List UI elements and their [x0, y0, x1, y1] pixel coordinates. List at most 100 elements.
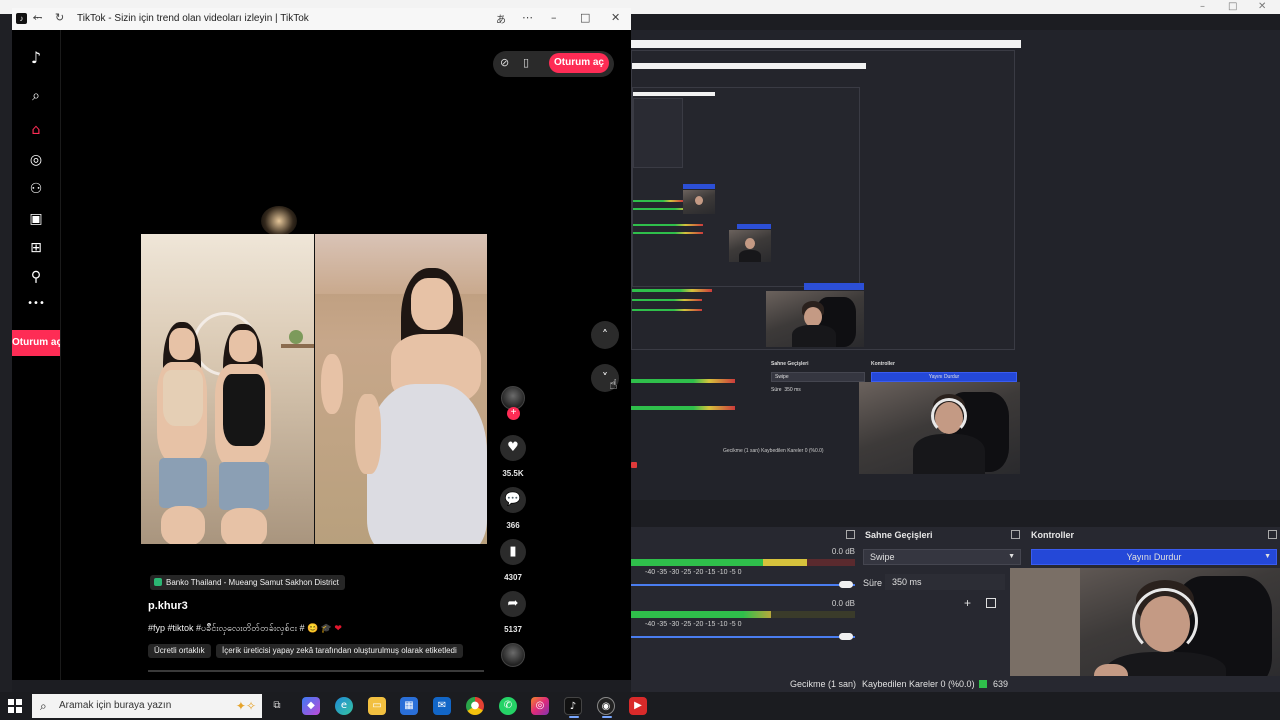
reload-icon[interactable]: ↻ — [55, 11, 64, 24]
minimize-icon[interactable]: – — [1200, 1, 1205, 12]
taskbar-search-input[interactable]: ⌕ Aramak için buraya yazın ✦✧ — [32, 694, 262, 718]
more-icon[interactable]: ⋯ — [522, 11, 533, 24]
save-count: 4307 — [504, 573, 522, 582]
tiktok-page: ♪ ⌕ ⌂ ◎ ⚇ ▣ ⊞ ⚲ ••• Oturum aç ⊘ ▯ Oturum… — [12, 30, 631, 680]
previous-video-button[interactable]: ˄ — [591, 321, 619, 349]
follow-button[interactable]: + — [507, 407, 520, 420]
upload-icon[interactable]: ⊞ — [26, 238, 46, 258]
whatsapp-icon[interactable]: ✆ — [499, 697, 517, 715]
mouse-cursor-icon: ☝ — [609, 377, 618, 393]
task-view-icon[interactable]: ⧉ — [268, 697, 286, 715]
file-explorer-icon[interactable]: ▭ — [368, 697, 386, 715]
more-icon[interactable]: ••• — [26, 294, 46, 314]
home-icon[interactable]: ⌂ — [26, 120, 46, 140]
browser-window: ♪ ⋯ ← ↻ TikTok - Sizin için trend olan v… — [12, 8, 631, 680]
live-icon[interactable]: ▣ — [26, 209, 46, 229]
profile-icon[interactable]: ⚲ — [26, 267, 46, 287]
nested-preview-2 — [632, 87, 860, 287]
background-window-edge — [0, 14, 12, 692]
volume-slider[interactable] — [631, 636, 855, 638]
minimize-icon[interactable]: – — [551, 11, 557, 24]
nested-titlebar — [631, 40, 1021, 48]
maximize-icon[interactable]: □ — [580, 11, 590, 24]
search-icon[interactable]: ⌕ — [26, 86, 46, 106]
like-button[interactable]: ♥ 35.5K — [498, 435, 528, 478]
mini-webcam — [859, 382, 1020, 474]
chrome-icon[interactable]: ● — [466, 697, 484, 715]
share-icon: ➦ — [500, 591, 526, 617]
scene-transitions-title: Sahne Geçişleri — [865, 530, 933, 540]
creator-username[interactable]: p.khur3 — [148, 600, 188, 612]
search-icon: ⌕ — [40, 699, 47, 713]
stop-stream-button[interactable]: Yayını Durdur ▼ — [1031, 549, 1277, 565]
comment-count: 366 — [506, 521, 520, 530]
close-icon[interactable]: ✕ — [1258, 1, 1266, 12]
signal-icon — [979, 680, 987, 688]
location-pin-icon — [154, 578, 162, 586]
share-count: 5137 — [504, 625, 522, 634]
windows-start-icon[interactable] — [8, 699, 22, 713]
delete-icon[interactable] — [986, 598, 996, 608]
store-icon[interactable]: ▦ — [400, 697, 418, 715]
ai-label-chip: İçerik üreticisi yapay zekâ tarafından o… — [216, 644, 463, 658]
video-progress-bar[interactable] — [148, 670, 484, 672]
translate-icon[interactable]: あ — [496, 11, 506, 26]
taskbar: ⌕ Aramak için buraya yazın ✦✧ ⧉ ◆ e ▭ ▦ … — [0, 692, 1280, 720]
instagram-icon[interactable]: ◎ — [531, 697, 549, 715]
tiktok-icon[interactable]: ♪ — [564, 697, 582, 718]
video-frame-left — [141, 234, 314, 544]
audio-mixer-track-1: 0.0 dB -40 -35 -30 -25 -20 -15 -10 -5 0 — [631, 547, 855, 607]
volume-knob[interactable] — [839, 581, 853, 588]
chevron-down-icon: ˅ — [602, 371, 608, 385]
login-button[interactable]: Oturum aç — [549, 53, 609, 73]
obs-preview: Sahne Geçişleri Kontroller Swipe Süre 35… — [631, 30, 1280, 500]
location-tag[interactable]: Banko Thailand - Mueang Samut Sakhon Dis… — [150, 575, 345, 590]
mini-stop-stream: Yayını Durdur — [871, 372, 1017, 382]
edge-icon[interactable]: e — [335, 697, 353, 715]
video-player[interactable] — [141, 234, 487, 544]
maximize-icon[interactable]: □ — [1228, 1, 1237, 12]
copilot-icon[interactable]: ◆ — [302, 697, 320, 715]
audio-mixer-track-2: 0.0 dB -40 -35 -30 -25 -20 -15 -10 -5 0 — [631, 599, 855, 659]
mobile-app-icon[interactable]: ▯ — [523, 56, 529, 69]
light-glow — [261, 206, 297, 236]
following-icon[interactable]: ⚇ — [26, 179, 46, 199]
back-icon[interactable]: ← — [33, 11, 42, 24]
coins-icon[interactable]: ⊘ — [500, 56, 509, 69]
sidebar-nav: ♪ ⌕ ⌂ ◎ ⚇ ▣ ⊞ ⚲ ••• Oturum aç — [12, 30, 60, 680]
comment-button[interactable]: 💬 366 — [498, 487, 528, 530]
audio-meter — [631, 559, 807, 566]
tiktok-favicon-icon: ♪ — [16, 13, 27, 24]
audio-meter — [631, 611, 771, 618]
add-transition-icon[interactable]: + — [964, 596, 971, 610]
chevron-down-icon: ▼ — [1264, 553, 1271, 560]
paid-partnership-chip: Ücretli ortaklık — [148, 644, 211, 658]
close-icon[interactable]: ✕ — [611, 11, 620, 24]
obs-icon[interactable]: ◉ — [597, 697, 615, 718]
app-red-icon[interactable]: ▶ — [629, 697, 647, 715]
tiktok-logo-icon[interactable]: ♪ — [26, 48, 46, 68]
dock-float-icon[interactable] — [846, 530, 855, 539]
heart-icon: ♥ — [500, 435, 526, 461]
sidebar-login-button[interactable]: Oturum aç — [12, 330, 60, 356]
music-disc-avatar[interactable] — [501, 643, 525, 667]
comment-icon: 💬 — [500, 487, 526, 513]
nested-preview-1 — [631, 50, 1015, 350]
share-button[interactable]: ➦ 5137 — [498, 591, 528, 634]
volume-knob[interactable] — [839, 633, 853, 640]
duration-input[interactable]: 350 ms — [885, 574, 1005, 590]
obs-statusbar: Gecikme (1 san) Kaybedilen Kareler 0 (%0… — [631, 676, 1280, 692]
save-button[interactable]: ▮ 4307 — [498, 539, 528, 582]
chevron-down-icon: ▼ — [1008, 553, 1015, 560]
volume-slider[interactable] — [631, 584, 855, 586]
sparkle-icon: ✦✧ — [235, 699, 256, 713]
dock-float-icon[interactable] — [1011, 530, 1020, 539]
outlook-icon[interactable]: ✉ — [433, 697, 451, 715]
transition-select[interactable]: Swipe ▼ — [863, 549, 1021, 565]
dock-float-icon[interactable] — [1268, 530, 1277, 539]
duration-label: Süre — [863, 578, 883, 588]
bookmark-icon: ▮ — [500, 539, 526, 565]
explore-icon[interactable]: ◎ — [26, 150, 46, 170]
video-caption: #fyp #tiktok #ပခ်ိဳင်းလှလေးတိတ်တခ်းလှစ်င… — [148, 623, 342, 633]
video-frame-right — [315, 234, 487, 544]
